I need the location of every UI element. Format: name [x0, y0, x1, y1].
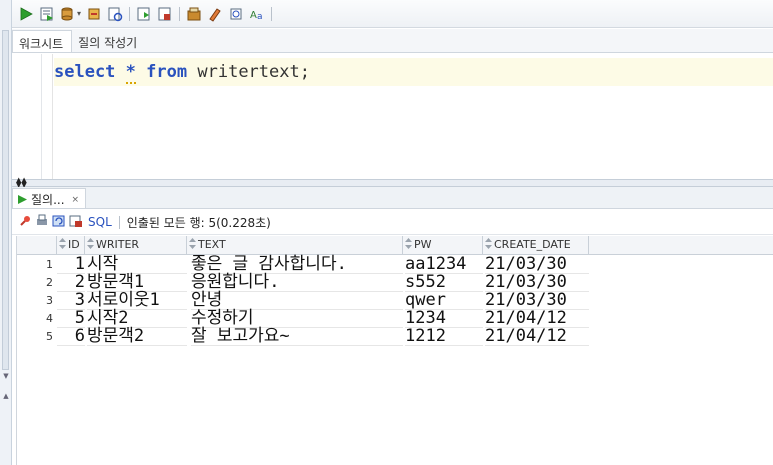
run-result-icon	[18, 195, 27, 204]
sort-icon	[189, 238, 196, 249]
sql-table-name: writertext	[197, 62, 300, 82]
left-panel-edge: ▼ ▲	[0, 0, 12, 465]
sql-monitor-icon[interactable]	[184, 4, 204, 24]
scroll-down-icon[interactable]: ▼	[2, 372, 10, 380]
column-header-writer[interactable]: WRITER	[85, 236, 187, 255]
chevron-down-icon[interactable]: ▾	[77, 9, 81, 18]
close-icon[interactable]: ×	[72, 195, 80, 205]
column-label: ID	[68, 238, 80, 251]
editor-gutter	[12, 54, 42, 179]
export-icon[interactable]	[69, 214, 83, 231]
tab-query-builder[interactable]: 질의 작성기	[72, 30, 145, 52]
sql-link[interactable]: SQL	[88, 215, 112, 229]
row-number: 3	[17, 292, 57, 310]
sort-icon	[405, 238, 412, 249]
cell-text[interactable]: 응원합니다.	[191, 274, 403, 292]
sql-tuning-icon[interactable]	[155, 4, 175, 24]
results-toolbar: SQL 인출된 모든 행: 5(0.228초)	[12, 210, 773, 235]
row-number: 1	[17, 256, 57, 274]
svg-text:a: a	[257, 12, 263, 22]
row-number: 5	[17, 328, 57, 346]
column-header-pw[interactable]: PW	[403, 236, 483, 255]
fetch-status: 인출된 모든 행: 5(0.228초)	[126, 215, 271, 230]
toolbar-divider	[179, 6, 181, 21]
worksheet-toolbar: ▾ Aa	[12, 0, 773, 28]
sql-keyword-select: select	[54, 62, 116, 82]
worksheet-tab-bar: 워크시트 질의 작성기	[12, 29, 773, 53]
toolbar-divider	[271, 6, 273, 21]
print-icon[interactable]	[35, 214, 49, 231]
column-label: TEXT	[198, 238, 226, 251]
run-script-icon[interactable]	[37, 4, 57, 24]
pane-splitter[interactable]: ▲▲ ▼▼	[12, 177, 773, 189]
toolbar-divider	[118, 215, 120, 229]
sql-keyword-from: from	[146, 62, 188, 82]
sql-star: *	[125, 62, 136, 84]
row-number-header	[17, 236, 57, 255]
sql-editor[interactable]: select * from writertext;	[12, 54, 773, 179]
result-tab-label: 질의...	[31, 193, 65, 207]
pin-icon[interactable]	[18, 214, 32, 231]
editor-margin-line	[52, 54, 53, 179]
column-header-text[interactable]: TEXT	[187, 236, 403, 255]
commit-icon[interactable]	[58, 4, 78, 24]
cell-create-date[interactable]: 21/04/12	[485, 328, 589, 346]
sort-icon	[87, 238, 94, 249]
column-header-id[interactable]: ID	[57, 236, 85, 255]
cell-id[interactable]: 6	[57, 328, 85, 346]
row-number: 4	[17, 310, 57, 328]
column-label: CREATE_DATE	[494, 238, 571, 251]
sort-icon	[485, 238, 492, 249]
run-statement-icon[interactable]	[16, 4, 36, 24]
tab-worksheet[interactable]: 워크시트	[12, 30, 73, 52]
row-number: 2	[17, 274, 57, 292]
explain-plan-icon[interactable]	[134, 4, 154, 24]
history-icon[interactable]	[226, 4, 246, 24]
column-header-create-date[interactable]: CREATE_DATE	[483, 236, 589, 255]
grid-header: ID WRITER TEXT PW CREATE_DATE	[17, 236, 773, 255]
cell-pw[interactable]: 1212	[405, 328, 483, 346]
format-icon[interactable]: Aa	[247, 4, 267, 24]
refresh-icon[interactable]	[52, 214, 66, 231]
cell-writer[interactable]: 방문객2	[87, 328, 187, 346]
sql-code-line[interactable]: select * from writertext;	[54, 58, 773, 86]
column-label: WRITER	[96, 238, 140, 251]
svg-text:A: A	[250, 10, 257, 21]
clear-icon[interactable]	[205, 4, 225, 24]
toolbar-divider	[129, 6, 131, 21]
table-row[interactable]: 5 6 방문객2 잘 보고가요~ 1212 21/04/12	[17, 328, 591, 346]
sort-icon	[59, 238, 66, 249]
results-tab-bar: 질의... ×	[12, 187, 773, 209]
tab-query-result[interactable]: 질의... ×	[12, 188, 87, 208]
cell-text[interactable]: 잘 보고가요~	[191, 328, 403, 346]
sql-semicolon: ;	[299, 62, 310, 82]
rollback-icon[interactable]	[84, 4, 104, 24]
vertical-scrollbar[interactable]	[2, 30, 9, 370]
results-grid[interactable]: ID WRITER TEXT PW CREATE_DATE 1 1 시작 좋은 …	[16, 236, 773, 465]
column-label: PW	[414, 238, 432, 251]
autotrace-icon[interactable]	[105, 4, 125, 24]
scroll-up-icon[interactable]: ▲	[2, 392, 10, 400]
